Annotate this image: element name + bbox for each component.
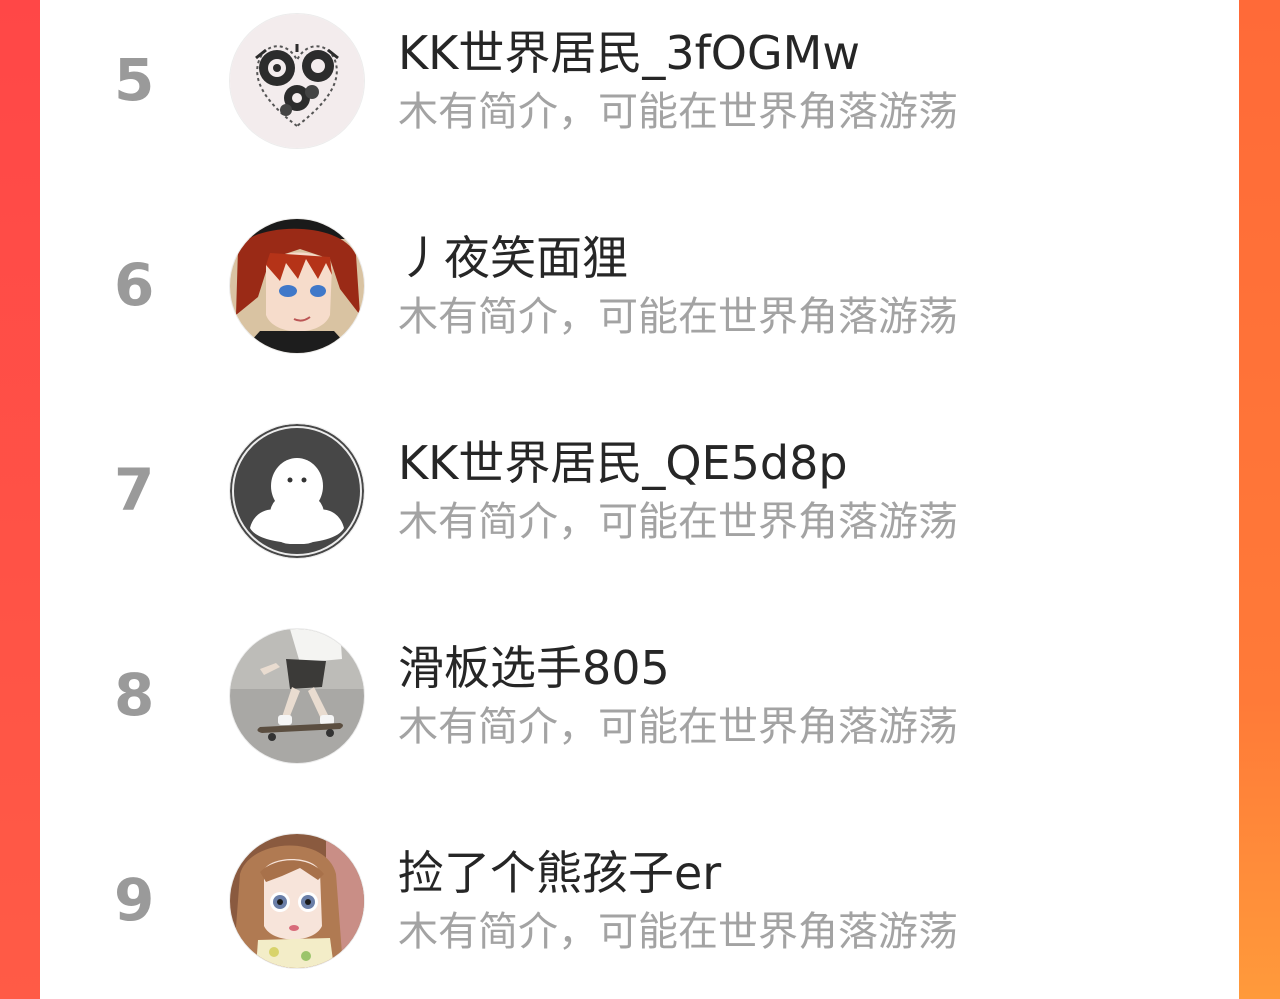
doll-avatar-icon[interactable]: [230, 834, 364, 968]
user-bio: 木有简介，可能在世界角落游荡: [398, 909, 958, 955]
skateboard-avatar-icon[interactable]: [230, 629, 364, 763]
user-name[interactable]: 捡了个熊孩子er: [398, 843, 721, 903]
rank-number: 7: [114, 456, 155, 524]
ranking-row[interactable]: 9 捡了个熊孩子er 木有简介，可能在世界角落游荡: [40, 831, 1239, 971]
user-bio: 木有简介，可能在世界角落游荡: [398, 89, 958, 135]
user-name[interactable]: 丿夜笑面狸: [398, 228, 628, 288]
left-background-band: [0, 0, 40, 999]
user-bio: 木有简介，可能在世界角落游荡: [398, 499, 958, 545]
rank-number: 8: [114, 661, 155, 729]
ranking-row[interactable]: 8 滑板选手805 木有简介，可能在世界角落游荡: [40, 626, 1239, 766]
ranking-row[interactable]: 5 KK世界居民_3fOGMw 木有简介，可能在世界角落游荡: [40, 11, 1239, 151]
user-name[interactable]: KK世界居民_QE5d8p: [398, 433, 848, 493]
user-bio: 木有简介，可能在世界角落游荡: [398, 294, 958, 340]
user-name[interactable]: KK世界居民_3fOGMw: [398, 23, 860, 83]
user-bio: 木有简介，可能在世界角落游荡: [398, 704, 958, 750]
ranking-row[interactable]: 6 丿夜笑面狸 木有简介，可能在世界角落游荡: [40, 216, 1239, 356]
anime-red-hair-avatar-icon[interactable]: [230, 219, 364, 353]
rank-number: 5: [114, 46, 155, 114]
user-name[interactable]: 滑板选手805: [398, 638, 670, 698]
ranking-row[interactable]: 7 KK世界居民_QE5d8p 木有简介，可能在世界角落游荡: [40, 421, 1239, 561]
ranking-list-card: 5 KK世界居民_3fOGMw 木有简介，可能在世界角落游荡 6 丿夜笑面狸 木…: [40, 0, 1239, 999]
default-ghost-avatar-icon[interactable]: [230, 424, 364, 558]
rank-number: 6: [114, 251, 155, 319]
right-background-band: [1239, 0, 1280, 999]
steampunk-heart-avatar-icon[interactable]: [230, 14, 364, 148]
rank-number: 9: [114, 866, 155, 934]
